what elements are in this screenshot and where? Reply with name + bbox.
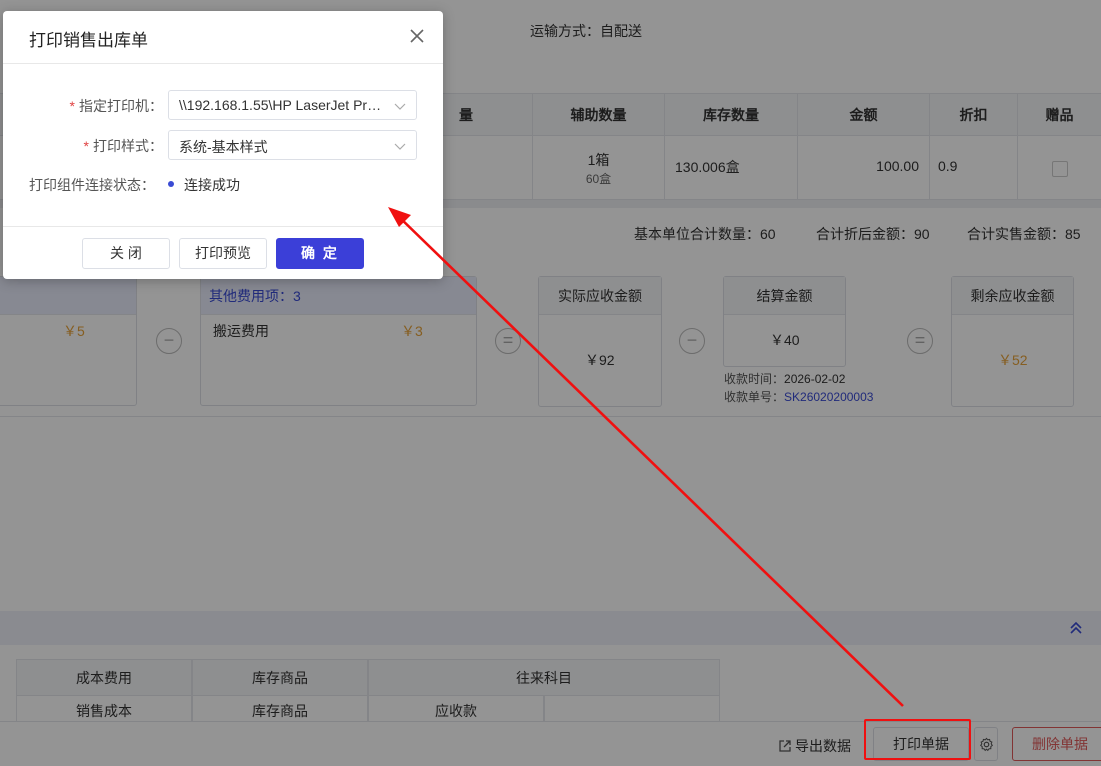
status-dot-icon [168,181,174,187]
style-select[interactable]: 系统-基本样式 [168,130,417,160]
dialog-footer-divider [3,226,443,227]
dialog-title: 打印销售出库单 [29,31,148,50]
style-select-value: 系统-基本样式 [179,139,268,155]
printer-label: * 指定打印机： [23,96,163,116]
close-icon[interactable] [406,25,428,47]
confirm-button[interactable]: 确 定 [276,238,364,269]
chevron-down-icon [394,143,406,150]
required-mark: * [69,98,75,114]
connection-status-label: 打印组件连接状态： [29,177,155,193]
connection-status-value: 连接成功 [184,177,240,193]
style-label-text: 打印样式： [93,138,163,154]
required-mark: * [83,138,89,154]
annotation-highlight-box [864,719,971,760]
print-preview-button[interactable]: 打印预览 [179,238,267,269]
close-button[interactable]: 关 闭 [82,238,170,269]
print-dialog: 打印销售出库单 * 指定打印机： \\192.168.1.55\HP LaserJ… [3,11,443,279]
printer-select-value: \\192.168.1.55\HP LaserJet Pro M404 [179,97,384,113]
chevron-down-icon [394,103,406,110]
dialog-header-divider [3,63,443,64]
printer-label-text: 指定打印机： [79,98,163,114]
style-label: * 打印样式： [23,136,163,156]
printer-select[interactable]: \\192.168.1.55\HP LaserJet Pro M404 [168,90,417,120]
